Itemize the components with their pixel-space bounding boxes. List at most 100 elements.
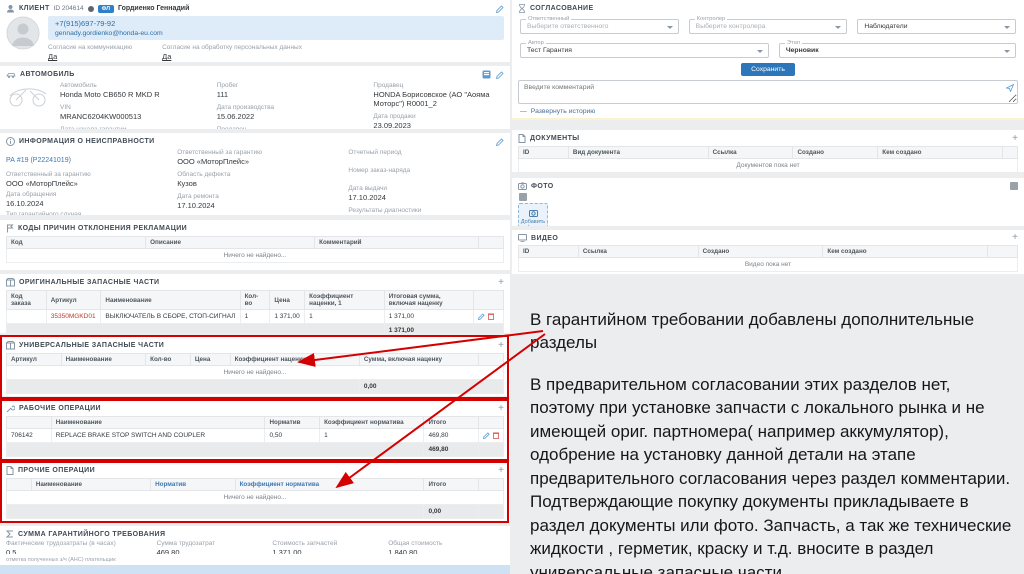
documents-panel: ДОКУМЕНТЫ + ID Вид документа Ссылка Созд… [512, 130, 1024, 172]
field-value: 0,5 [6, 548, 17, 554]
watchers-select[interactable]: Наблюдатели [857, 19, 1017, 34]
consent-pd-label: Согласие на обработку персональных данны… [162, 44, 302, 51]
cell-total: 1 371,00 [383, 309, 475, 324]
edit-icon[interactable] [483, 432, 490, 439]
rejection-codes-panel: КОДЫ ПРИЧИН ОТКЛОНЕНИЯ РЕКЛАМАЦИИ Код Оп… [0, 220, 510, 270]
author-select[interactable]: Автор Тест Гарантия [520, 40, 769, 58]
field-label: Отчетный период [348, 149, 402, 156]
delete-icon[interactable] [488, 313, 495, 320]
pre-approval-link[interactable]: РА #19 (Р22241019) [6, 157, 71, 164]
select-value: Тест Гарантия [527, 47, 572, 54]
cell-order-code [6, 309, 47, 324]
field-value: ООО «МоторПлейс» [177, 157, 250, 166]
column-header: Наименование [100, 290, 241, 310]
field-value: 16.10.2024 [6, 199, 44, 208]
cell-coeff: 1 [319, 428, 425, 443]
add-labor-operation-button[interactable]: + [498, 403, 504, 413]
collapse-dash-icon: — [520, 108, 527, 115]
field-value: ООО «МоторПлейс» [6, 179, 78, 188]
stage-select[interactable]: Этап Черновик [778, 40, 1016, 58]
part-number-link[interactable]: 35350MGKD01 [51, 313, 96, 320]
add-photo-button[interactable]: Добавить фото [518, 203, 548, 226]
cell-price: 1 371,00 [269, 309, 306, 324]
labor-operations-table: Наименование Норматив Коэффициент нормат… [5, 416, 504, 457]
add-document-button[interactable]: + [1012, 133, 1018, 143]
original-parts-panel: ОРИГИНАЛЬНЫЕ ЗАПАСНЫЕ ЧАСТИ + Код заказа… [0, 274, 510, 333]
left-column: КЛИЕНТ ID 204614 ФЛ Гордиенко Геннадий +… [0, 0, 510, 574]
car-panel-title: АВТОМОБИЛЬ [20, 71, 75, 78]
consent-comm-value[interactable]: Да [48, 52, 132, 61]
column-header: Итоговая сумма, включая наценку [383, 290, 475, 310]
field-label: Ответственный за гарантию [6, 171, 91, 178]
add-other-operation-button[interactable]: + [498, 465, 504, 475]
consent-comm-label: Согласие на коммуникацию [48, 44, 133, 51]
add-photo-label: Добавить фото [520, 219, 546, 226]
client-phone[interactable]: +7(915)697-79-92 [55, 19, 497, 28]
column-header-sort[interactable]: Норматив [155, 481, 186, 488]
add-original-part-button[interactable]: + [498, 277, 504, 287]
field-value: Кузов [177, 179, 197, 188]
column-header: Коэффициент наценки, 1 [304, 290, 385, 310]
column-header-actions [478, 353, 504, 366]
column-header-sort[interactable]: Коэффициент норматива [240, 481, 320, 488]
client-id: ID 204614 [53, 5, 84, 12]
column-header: ID [518, 245, 579, 258]
other-operations-table: Наименование Норматив Коэффициент нормат… [5, 478, 504, 519]
column-header: ID [518, 146, 569, 159]
column-header: Коэффициент наценки: 1 [229, 353, 360, 366]
column-header: Наименование [60, 353, 147, 366]
document-icon [6, 466, 14, 475]
field-value: 17.10.2024 [348, 193, 386, 202]
hourglass-icon [518, 4, 526, 13]
video-icon [518, 234, 527, 242]
column-header-actions [1002, 146, 1018, 159]
field-value: 23.09.2023 [373, 121, 411, 129]
video-panel: ВИДЕО + ID Ссылка Создано Кем создано Ви… [512, 230, 1024, 274]
photo-view-icon[interactable] [1010, 182, 1018, 190]
documents-title: ДОКУМЕНТЫ [530, 135, 580, 142]
column-header: Цена [189, 353, 231, 366]
edit-icon[interactable] [496, 70, 504, 79]
field-label: Тип гарантийного случая [6, 211, 82, 215]
send-icon[interactable] [1006, 84, 1014, 92]
expand-history-link[interactable]: — Развернуть историю [520, 108, 1018, 115]
select-value: Наблюдатели [864, 23, 908, 30]
select-value: Черновик [785, 47, 819, 54]
empty-row: Ничего не найдено... [6, 365, 504, 380]
edit-icon[interactable] [478, 313, 485, 320]
column-header-actions [987, 245, 1018, 258]
field-label: Дата обращения [6, 191, 57, 198]
warranty-claim-page: КЛИЕНТ ID 204614 ФЛ Гордиенко Геннадий +… [0, 0, 1024, 574]
fault-info-panel: ИНФОРМАЦИЯ О НЕИСПРАВНОСТИ РА #19 (Р2224… [0, 133, 510, 215]
column-header: Наименование [30, 478, 152, 491]
column-header: Код [5, 236, 147, 249]
universal-parts-title: УНИВЕРСАЛЬНЫЕ ЗАПАСНЫЕ ЧАСТИ [19, 342, 165, 349]
add-universal-part-button[interactable]: + [498, 340, 504, 350]
bottom-cut-text: отметка полученных з/ч (АНС) плательщик [0, 554, 510, 565]
delete-icon[interactable] [493, 432, 500, 439]
column-header: Итого [423, 416, 480, 429]
field-value: Honda Moto CB650 R MKD R [60, 90, 160, 99]
add-video-button[interactable]: + [1012, 233, 1018, 243]
responsible-select[interactable]: Ответственный Выберите ответственного [520, 16, 679, 34]
edit-icon[interactable] [496, 137, 504, 146]
field-value: 17.10.2024 [177, 201, 215, 210]
original-parts-title: ОРИГИНАЛЬНЫЕ ЗАПАСНЫЕ ЧАСТИ [19, 279, 160, 286]
document-icon [518, 134, 526, 143]
field-value: 1 371,00 [272, 548, 302, 554]
empty-row: Документов пока нет [518, 158, 1018, 172]
client-email[interactable]: gennady.gordienko@honda-eu.com [55, 30, 497, 37]
field-label: Дата ремонта [177, 193, 219, 200]
column-header-actions [478, 416, 504, 429]
camera-icon [528, 209, 538, 217]
empty-row: Ничего не найдено... [6, 248, 504, 263]
field-value: 469,80 [156, 548, 180, 554]
client-name[interactable]: Гордиенко Геннадий [118, 5, 189, 12]
consent-pd-value[interactable]: Да [162, 52, 302, 61]
edit-icon[interactable] [496, 4, 504, 13]
controller-select[interactable]: Контролер Выберите контролера [688, 16, 848, 34]
save-button[interactable]: Сохранить [741, 63, 795, 76]
comment-input[interactable] [519, 81, 1017, 103]
history-icon[interactable] [482, 70, 491, 79]
field-value: 1 840,80 [388, 548, 418, 554]
